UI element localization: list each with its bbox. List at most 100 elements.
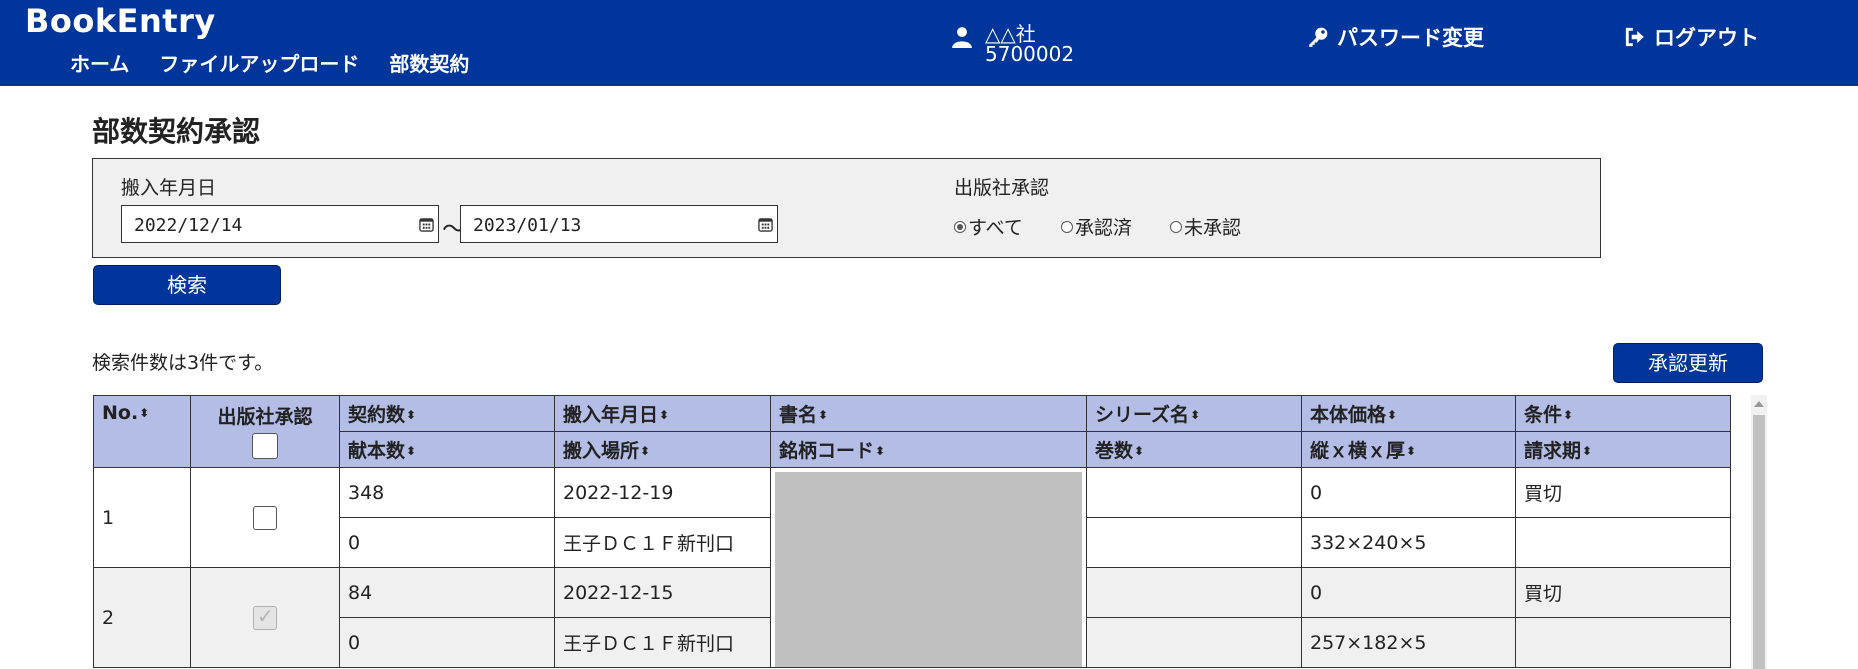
radio-approved-label: 承認済 bbox=[1075, 217, 1133, 239]
cell-place: 王子ＤＣ１Ｆ新刊口 bbox=[554, 617, 771, 668]
result-count: 検索件数は3件です。 bbox=[92, 352, 274, 374]
cell-price: 0 bbox=[1301, 467, 1516, 518]
sort-icon[interactable]: ⬍ bbox=[818, 408, 828, 422]
user-name: △△社 bbox=[985, 22, 1036, 46]
cell-volume bbox=[1086, 517, 1302, 568]
sort-icon[interactable]: ⬍ bbox=[1190, 408, 1200, 422]
change-password-link[interactable]: パスワード変更 bbox=[1307, 22, 1484, 52]
col-price[interactable]: 本体価格⬍ bbox=[1301, 395, 1516, 432]
col-volume[interactable]: 巻数⬍ bbox=[1086, 431, 1302, 468]
user-info: △△社 5700002 bbox=[951, 24, 1074, 64]
col-delivery-place[interactable]: 搬入場所⬍ bbox=[554, 431, 771, 468]
cell-condition: 買切 bbox=[1515, 567, 1731, 618]
cell-billing bbox=[1515, 617, 1731, 668]
cell-series bbox=[1086, 567, 1302, 618]
cell-condition: 買切 bbox=[1515, 467, 1731, 518]
col-title[interactable]: 書名⬍ bbox=[770, 395, 1087, 432]
cell-size: 332×240×5 bbox=[1301, 517, 1516, 568]
cell-date: 2022-12-15 bbox=[554, 567, 771, 618]
radio-all[interactable]: すべて bbox=[954, 213, 1023, 240]
sort-icon[interactable]: ⬍ bbox=[139, 406, 149, 420]
date-to-value: 2023/01/13 bbox=[473, 215, 582, 236]
radio-circle[interactable] bbox=[1061, 220, 1073, 233]
col-condition[interactable]: 条件⬍ bbox=[1515, 395, 1731, 432]
col-size[interactable]: 縦ｘ横ｘ厚⬍ bbox=[1301, 431, 1516, 468]
approval-update-button[interactable]: 承認更新 bbox=[1613, 343, 1763, 383]
col-contract[interactable]: 契約数⬍ bbox=[339, 395, 555, 432]
col-no[interactable]: No.⬍ bbox=[93, 395, 191, 468]
search-button[interactable]: 検索 bbox=[93, 265, 281, 305]
radio-circle[interactable] bbox=[1170, 220, 1182, 233]
col-brand-code[interactable]: 銘柄コード⬍ bbox=[770, 431, 1087, 468]
col-gift-copies[interactable]: 献本数⬍ bbox=[339, 431, 555, 468]
approval-label: 出版社承認 bbox=[954, 177, 1050, 199]
radio-unapproved[interactable]: 未承認 bbox=[1170, 213, 1241, 240]
table-scrollbar[interactable] bbox=[1751, 395, 1767, 669]
sort-icon[interactable]: ⬍ bbox=[1582, 444, 1592, 458]
cell-approval bbox=[190, 567, 340, 668]
cell-price: 0 bbox=[1301, 567, 1516, 618]
cell-contract: 84 bbox=[339, 567, 555, 618]
page-title: 部数契約承認 bbox=[92, 115, 261, 148]
sort-icon[interactable]: ⬍ bbox=[659, 408, 669, 422]
cell-place: 王子ＤＣ１Ｆ新刊口 bbox=[554, 517, 771, 568]
logout-icon bbox=[1625, 27, 1644, 47]
col-delivery-date[interactable]: 搬入年月日⬍ bbox=[554, 395, 771, 432]
radio-approved[interactable]: 承認済 bbox=[1061, 213, 1132, 240]
cell-approval bbox=[190, 467, 340, 568]
main-nav: ホーム ファイルアップロード 部数契約 bbox=[70, 48, 469, 77]
nav-home[interactable]: ホーム bbox=[70, 48, 129, 77]
radio-all-label: すべて bbox=[968, 217, 1023, 239]
redacted-title-block bbox=[770, 467, 1087, 668]
cell-series bbox=[1086, 467, 1302, 518]
col-publisher-approval: 出版社承認 bbox=[190, 395, 340, 468]
sort-icon[interactable]: ⬍ bbox=[1406, 444, 1416, 458]
sort-icon[interactable]: ⬍ bbox=[1134, 444, 1144, 458]
change-password-label: パスワード変更 bbox=[1337, 26, 1484, 50]
contract-table: No.⬍ 出版社承認 契約数⬍ 搬入年月日⬍ 書名⬍ シリーズ名⬍ 本体価格⬍ … bbox=[93, 395, 1731, 668]
table-header-row: 献本数⬍ 搬入場所⬍ 銘柄コード⬍ 巻数⬍ 縦ｘ横ｘ厚⬍ 請求期⬍ bbox=[94, 431, 1731, 468]
logout-label: ログアウト bbox=[1654, 26, 1759, 50]
user-icon bbox=[952, 27, 972, 48]
sort-icon[interactable]: ⬍ bbox=[640, 444, 650, 458]
logout-link[interactable]: ログアウト bbox=[1624, 22, 1759, 52]
date-label: 搬入年月日 bbox=[121, 177, 217, 199]
nav-copies-contract[interactable]: 部数契約 bbox=[389, 48, 469, 77]
key-icon bbox=[1309, 27, 1328, 47]
cell-date: 2022-12-19 bbox=[554, 467, 771, 518]
approval-checkbox[interactable] bbox=[253, 505, 277, 530]
col-billing-period[interactable]: 請求期⬍ bbox=[1515, 431, 1731, 468]
sort-icon[interactable]: ⬍ bbox=[406, 444, 416, 458]
cell-no: 2 bbox=[93, 567, 191, 668]
cell-billing bbox=[1515, 517, 1731, 568]
date-from-input[interactable]: 2022/12/14 bbox=[121, 205, 439, 243]
top-navbar: BookEntry ホーム ファイルアップロード 部数契約 △△社 570000… bbox=[0, 0, 1858, 86]
sort-icon[interactable]: ⬍ bbox=[1387, 408, 1397, 422]
cell-volume bbox=[1086, 617, 1302, 668]
sort-icon[interactable]: ⬍ bbox=[406, 408, 416, 422]
date-from-value: 2022/12/14 bbox=[134, 215, 243, 236]
date-to-input[interactable]: 2023/01/13 bbox=[460, 205, 778, 243]
col-series[interactable]: シリーズ名⬍ bbox=[1086, 395, 1302, 432]
scroll-up-icon[interactable] bbox=[1754, 401, 1764, 407]
cell-no: 1 bbox=[93, 467, 191, 568]
search-panel: 搬入年月日 2022/12/14 ～ 2023/01/13 出版社承認 すべて … bbox=[92, 158, 1601, 258]
sort-icon[interactable]: ⬍ bbox=[875, 444, 885, 458]
cell-gift: 0 bbox=[339, 617, 555, 668]
calendar-icon[interactable] bbox=[419, 217, 434, 232]
user-code: 5700002 bbox=[985, 42, 1075, 66]
brand-logo[interactable]: BookEntry bbox=[25, 2, 216, 40]
col-publisher-approval-label: 出版社承認 bbox=[217, 406, 313, 428]
select-all-checkbox[interactable] bbox=[252, 433, 278, 459]
radio-unapproved-label: 未承認 bbox=[1184, 217, 1242, 239]
table-row: 1 348 2022-12-19 0 買切 bbox=[93, 467, 1731, 668]
calendar-icon[interactable] bbox=[758, 217, 773, 232]
nav-file-upload[interactable]: ファイルアップロード bbox=[159, 48, 359, 77]
scrollbar-thumb[interactable] bbox=[1753, 415, 1765, 669]
radio-circle-checked[interactable] bbox=[954, 220, 966, 233]
sort-icon[interactable]: ⬍ bbox=[1563, 408, 1573, 422]
cell-contract: 348 bbox=[339, 467, 555, 518]
cell-gift: 0 bbox=[339, 517, 555, 568]
approval-checkbox-disabled bbox=[253, 604, 277, 630]
cell-size: 257×182×5 bbox=[1301, 617, 1516, 668]
